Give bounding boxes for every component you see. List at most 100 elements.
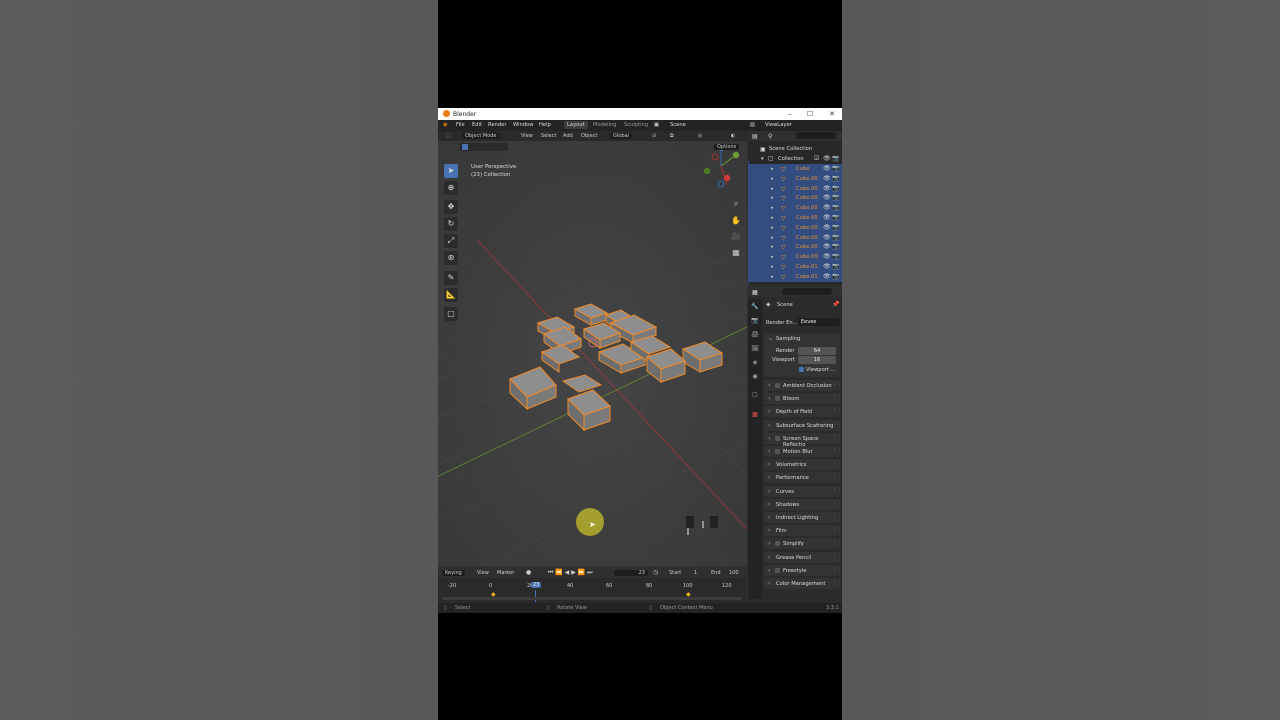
drag-handle-icon[interactable]: ⋮⋮ xyxy=(832,435,842,441)
add-cube-tool-icon[interactable]: ▢ xyxy=(444,307,458,321)
playhead-line[interactable] xyxy=(535,590,536,602)
render-camera-icon[interactable]: 📷 xyxy=(832,175,839,182)
chevron-right-icon[interactable]: › xyxy=(768,435,770,442)
chevron-right-icon[interactable]: › xyxy=(768,448,770,455)
timeline-marker-menu[interactable]: Marker xyxy=(497,570,514,576)
scene-collection-row[interactable]: ▣ Scene Collection xyxy=(748,144,842,154)
chevron-right-icon[interactable]: › xyxy=(768,580,770,587)
view-layer-icon[interactable]: ▤ xyxy=(750,122,755,128)
tool-tab-icon[interactable]: 🔧 xyxy=(751,303,759,311)
visibility-eye-icon[interactable]: 👁 xyxy=(823,253,831,260)
options-dropdown[interactable]: Options xyxy=(714,144,740,150)
camera-view-icon[interactable]: 🎥 xyxy=(730,231,742,243)
drag-handle-icon[interactable]: ⋮⋮ xyxy=(832,488,842,494)
current-frame-field[interactable]: 23 xyxy=(614,570,648,576)
close-icon[interactable]: ✕ xyxy=(827,109,837,119)
outliner-object-row[interactable]: ▸ ▽ Cube 👁 📷 xyxy=(748,164,842,174)
drag-handle-icon[interactable]: ⋮⋮ xyxy=(832,527,842,533)
panel-enable-checkbox[interactable] xyxy=(775,435,780,441)
render-samples-field[interactable]: 64 xyxy=(798,347,836,355)
outliner-object-row[interactable]: ▸ ▽ Cube.00 👁 📷 xyxy=(748,173,842,184)
property-panel[interactable]: › Depth of Field ⋮⋮ xyxy=(764,406,842,418)
chevron-right-icon[interactable]: › xyxy=(768,382,770,389)
drag-handle-icon[interactable]: ⋮⋮ xyxy=(832,408,842,414)
visibility-eye-icon[interactable]: 👁 xyxy=(823,155,831,162)
outliner-object-row[interactable]: ▸ ▽ Cube.01 👁 📷 xyxy=(748,271,842,282)
expand-icon[interactable]: ▸ xyxy=(771,166,774,172)
property-panel[interactable]: › Volumetrics ⋮⋮ xyxy=(764,459,842,471)
drag-handle-icon[interactable]: ⋮⋮ xyxy=(832,501,842,507)
chevron-right-icon[interactable]: › xyxy=(768,527,770,534)
snap-icon[interactable]: ⧉ xyxy=(670,133,674,139)
property-panel[interactable]: › Film ⋮⋮ xyxy=(764,525,842,537)
keyframe-icon[interactable]: ◆ xyxy=(686,591,691,598)
clock-icon[interactable]: ◷ xyxy=(653,569,658,576)
render-camera-icon[interactable]: 📷 xyxy=(832,194,839,201)
end-frame-field[interactable]: 100 xyxy=(729,570,739,576)
view-layer-tab-icon[interactable]: 🖼 xyxy=(751,345,759,353)
transform-tool-icon[interactable]: ⊛ xyxy=(444,251,458,265)
3d-viewport[interactable]: ⬚ Object Mode View Select Add Object Glo… xyxy=(438,131,747,566)
minimize-icon[interactable]: – xyxy=(785,109,795,119)
scene-selector-icon[interactable]: ▣ xyxy=(654,122,659,128)
expand-icon[interactable]: ▸ xyxy=(771,176,774,182)
property-panel[interactable]: › Screen Space Reflectio ⋮⋮ xyxy=(764,432,842,448)
menu-help[interactable]: Help xyxy=(539,122,551,128)
expand-icon[interactable]: ▸ xyxy=(771,235,774,241)
visibility-eye-icon[interactable]: 👁 xyxy=(823,243,831,250)
property-panel[interactable]: › Curves ⋮⋮ xyxy=(764,485,842,497)
property-panel[interactable]: › Subsurface Scattering ⋮⋮ xyxy=(764,419,842,431)
property-panel[interactable]: › Bloom ⋮⋮ xyxy=(764,393,842,405)
property-panel[interactable]: › Motion Blur ⋮⋮ xyxy=(764,446,842,457)
outliner-object-row[interactable]: ▸ ▽ Cube.00 👁 📷 xyxy=(748,203,842,213)
drag-handle-icon[interactable]: ⋮⋮ xyxy=(832,567,842,573)
outliner-object-row[interactable]: ▸ ▽ Cube.00 👁 📷 xyxy=(748,183,842,194)
overlay-icon[interactable]: ◐ xyxy=(731,133,735,139)
chevron-right-icon[interactable]: › xyxy=(768,567,770,574)
expand-icon[interactable]: ▸ xyxy=(771,225,774,231)
timeline[interactable]: Keying View Marker ● ⏮ ⏪ ◀ ▶ ⏩ ⏭ 23 ◷ St… xyxy=(438,568,747,603)
outliner-object-row[interactable]: ▸ ▽ Cube.00 👁 📷 xyxy=(748,242,842,253)
menu-add[interactable]: Add xyxy=(563,133,573,139)
render-tab-icon[interactable]: 📷 xyxy=(751,317,759,325)
outliner-search-input[interactable] xyxy=(796,132,836,139)
collection-row[interactable]: ▾ ▢ Collection ☑ 👁 📷 xyxy=(748,154,842,164)
properties-search-input[interactable] xyxy=(782,288,832,295)
annotate-tool-icon[interactable]: ✎ xyxy=(444,271,458,285)
drag-handle-icon[interactable]: ⋮⋮ xyxy=(832,395,842,401)
chevron-down-icon[interactable]: ⌄ xyxy=(768,335,773,342)
properties-editor-icon[interactable]: ▦ xyxy=(752,289,758,296)
render-camera-icon[interactable]: 📷 xyxy=(832,243,839,250)
playhead-frame[interactable]: 23 xyxy=(531,582,542,588)
visibility-eye-icon[interactable]: 👁 xyxy=(823,224,831,231)
visibility-eye-icon[interactable]: 👁 xyxy=(823,234,831,241)
visibility-eye-icon[interactable]: 👁 xyxy=(823,214,831,221)
chevron-right-icon[interactable]: › xyxy=(768,488,770,495)
pin-icon[interactable]: 📌 xyxy=(832,301,839,308)
render-camera-icon[interactable]: 📷 xyxy=(832,185,839,192)
viewport-grid-scene[interactable] xyxy=(438,131,747,566)
tab-layout[interactable]: Layout xyxy=(564,121,588,129)
scene-tab-icon[interactable]: ◈ xyxy=(751,359,759,367)
output-tab-icon[interactable]: 🖨 xyxy=(751,331,759,339)
render-camera-icon[interactable]: 📷 xyxy=(832,273,839,280)
drag-handle-icon[interactable]: ⋮⋮ xyxy=(832,382,842,388)
tab-sculpting[interactable]: Sculpting xyxy=(624,122,648,128)
property-panel[interactable]: › Color Management ⋮⋮ xyxy=(764,578,842,589)
timeline-view-menu[interactable]: View xyxy=(477,570,489,576)
view-layer-name[interactable]: ViewLayer xyxy=(765,122,792,128)
outliner-object-row[interactable]: ▸ ▽ Cube.00 👁 📷 xyxy=(748,213,842,223)
property-panel[interactable]: › Ambient Occlusion ⋮⋮ xyxy=(764,380,842,391)
menu-window[interactable]: Window xyxy=(513,122,533,128)
grid-view-icon[interactable]: ▦ xyxy=(730,247,742,259)
property-panel[interactable]: › Performance ⋮⋮ xyxy=(764,472,842,484)
drag-handle-icon[interactable]: ⋮⋮ xyxy=(832,422,842,428)
drag-handle-icon[interactable]: ⋮⋮ xyxy=(832,461,842,467)
keyframe-icon[interactable]: ◆ xyxy=(491,591,496,598)
keying-dropdown[interactable]: Keying xyxy=(442,570,465,576)
drag-handle-icon[interactable]: ⋮⋮ xyxy=(832,540,842,546)
editor-type-icon[interactable]: ⬚ xyxy=(446,133,451,139)
panel-enable-checkbox[interactable] xyxy=(775,567,780,573)
expand-icon[interactable]: ▸ xyxy=(771,274,774,280)
outliner-object-row[interactable]: ▸ ▽ Cube.00 👁 📷 xyxy=(748,232,842,243)
